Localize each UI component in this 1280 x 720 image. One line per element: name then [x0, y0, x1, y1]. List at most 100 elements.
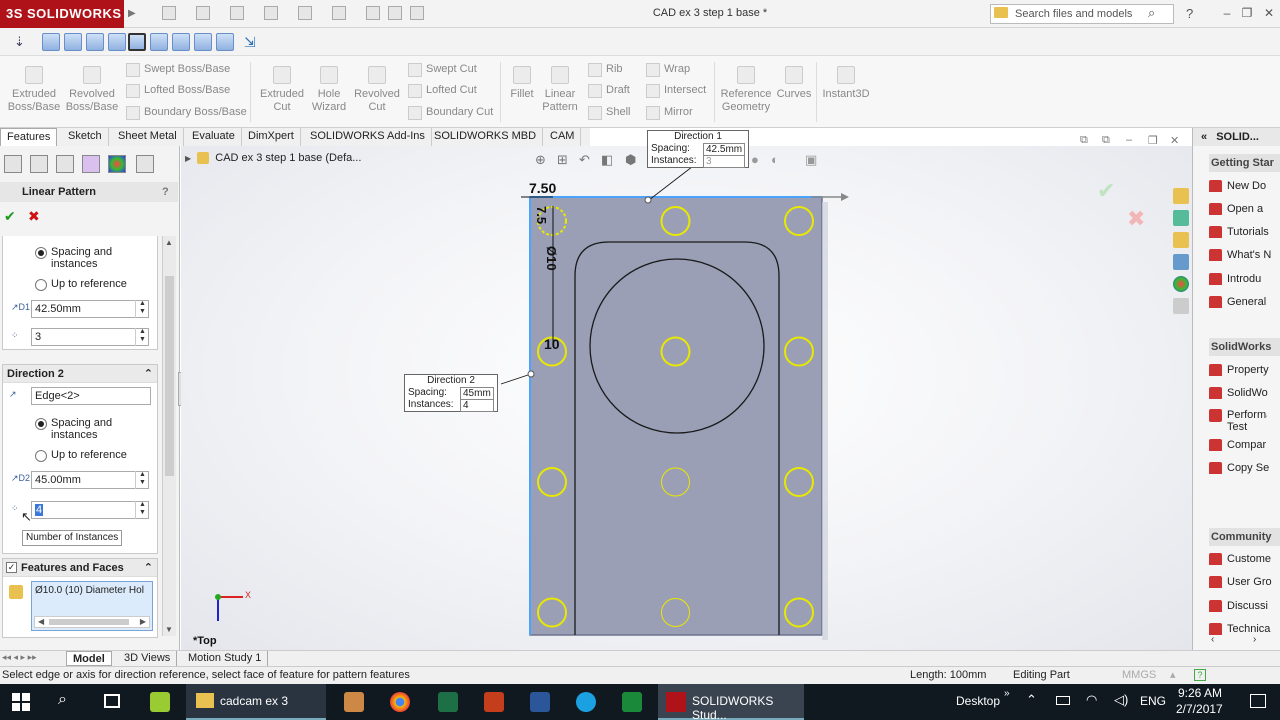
d2-spacing-field[interactable]: 45.00mm — [31, 471, 149, 489]
hide-show-icon[interactable]: ◐ — [771, 152, 779, 167]
view-top-icon[interactable] — [128, 33, 146, 51]
pm-help-button[interactable]: ? — [162, 182, 169, 202]
tp-copy-settings[interactable]: Copy Se — [1207, 462, 1280, 474]
boundary-cut-button[interactable]: Boundary Cut — [406, 103, 493, 121]
custom-properties-tab-icon[interactable] — [1173, 298, 1189, 314]
doc-minimize-icon[interactable]: – — [1126, 134, 1132, 146]
direction2-callout[interactable]: Direction 2 Spacing: 45mm Instances: 4 — [404, 374, 498, 412]
tile-icon[interactable]: ⧉ — [1080, 134, 1088, 147]
features-faces-header[interactable]: ✓ Features and Faces ⌃ — [3, 559, 157, 577]
menu-arrow-icon[interactable]: ▶ — [128, 8, 136, 19]
desktop-toolbar[interactable]: Desktop — [956, 694, 1000, 708]
dimension-diameter-10[interactable]: Ø10 — [544, 246, 559, 271]
windows-start-icon[interactable] — [12, 693, 30, 711]
dimension-7-5-vertical[interactable]: 7.5 — [534, 206, 549, 224]
view-bottom-icon[interactable] — [150, 33, 168, 51]
powerpoint-icon[interactable] — [484, 692, 504, 712]
callout1-instances-value[interactable]: 3 — [703, 155, 745, 168]
close-icon[interactable]: ✕ — [1262, 6, 1276, 20]
tray-up-arrow-icon[interactable]: ⌃ — [1026, 692, 1037, 708]
d1-spacing-instances-radio[interactable]: Spacing and instances — [33, 246, 143, 270]
d2-instances-spinner[interactable]: ▲ ▼ — [135, 501, 149, 519]
normal-to-icon[interactable]: ⇲ — [244, 34, 256, 51]
undo-icon[interactable] — [298, 6, 312, 20]
graphics-area[interactable]: ▶ CAD ex 3 step 1 base (Defa... ⊕ ⊞ ↶ ◧ … — [181, 130, 1192, 650]
tab-sketch[interactable]: Sketch — [62, 128, 109, 146]
doc-close-icon[interactable]: ✕ — [1170, 134, 1179, 147]
swept-boss-button[interactable]: Swept Boss/Base — [124, 60, 230, 78]
getting-started-header[interactable]: Getting Star — [1209, 154, 1280, 172]
view-orientation-icon[interactable]: ⬢ — [625, 152, 636, 168]
hole-wizard-button[interactable]: Hole Wizard — [308, 66, 350, 114]
d2-edge-field[interactable]: Edge<2> — [31, 387, 151, 405]
open-icon[interactable] — [196, 6, 210, 20]
features-listbox[interactable]: Ø10.0 (10) Diameter Hol ◀ ▶ — [31, 581, 153, 631]
dimension-10[interactable]: 10 — [544, 336, 560, 352]
edge-folder-icon[interactable] — [150, 692, 170, 712]
tp-property[interactable]: Property — [1207, 364, 1280, 376]
view-back-icon[interactable] — [64, 33, 82, 51]
d1-instances-spinner[interactable]: ▲ ▼ — [135, 328, 149, 346]
view-front-icon[interactable] — [42, 33, 60, 51]
community-header[interactable]: Community — [1209, 528, 1280, 546]
zoom-area-icon[interactable]: ⊞ — [557, 152, 568, 168]
shell-button[interactable]: Shell — [586, 103, 630, 121]
options-icon[interactable] — [410, 6, 424, 20]
design-library-tab-icon[interactable] — [1173, 232, 1189, 248]
model-viewport[interactable] — [181, 146, 1192, 650]
status-help-icon[interactable]: ? — [1194, 669, 1206, 681]
taskbar-solidworks-item[interactable]: SOLIDWORKS Stud... — [658, 684, 804, 720]
new-document-icon[interactable] — [162, 6, 176, 20]
tab-evaluate[interactable]: Evaluate — [186, 128, 242, 146]
tp-solidworks[interactable]: SolidWo — [1207, 387, 1280, 399]
d2-spacing-spinner[interactable]: ▲ ▼ — [135, 471, 149, 489]
d1-spacing-spinner[interactable]: ▲ ▼ — [135, 300, 149, 318]
intersect-button[interactable]: Intersect — [644, 81, 706, 99]
wifi-icon[interactable]: ◠ — [1086, 692, 1097, 708]
word-icon[interactable] — [530, 692, 550, 712]
clock-time[interactable]: 9:26 AM — [1178, 686, 1222, 700]
pin-icon[interactable]: ⇣ — [14, 34, 28, 50]
view-left-icon[interactable] — [86, 33, 104, 51]
help-button[interactable]: ? — [1186, 6, 1193, 21]
d1-instances-field[interactable]: 3 — [31, 328, 149, 346]
tp-whats-new[interactable]: What's N — [1207, 249, 1280, 261]
configuration-icon[interactable] — [56, 155, 74, 173]
display-manager-icon[interactable] — [108, 155, 126, 173]
tool-app-icon[interactable] — [344, 692, 364, 712]
task-view-icon[interactable] — [104, 694, 120, 708]
bottom-nav-arrows[interactable]: ◂◂ ◂ ▸ ▸▸ — [2, 652, 37, 663]
tp-introducing[interactable]: Introdu — [1207, 273, 1280, 285]
part-plate[interactable] — [529, 196, 823, 636]
appearances-tab-icon[interactable] — [1173, 276, 1189, 292]
display-style-icon[interactable]: ● — [751, 152, 759, 167]
clock-date[interactable]: 2/7/2017 — [1176, 702, 1223, 716]
tab-features[interactable]: Features — [0, 128, 58, 146]
confirm-cancel-icon[interactable]: ✖ — [1127, 206, 1145, 232]
d2-instances-field[interactable]: 4 — [31, 501, 149, 519]
minimize-icon[interactable]: – — [1220, 6, 1234, 20]
desktop-expand-icon[interactable]: » — [1004, 688, 1010, 699]
tab-cam[interactable]: CAM — [544, 128, 582, 146]
volume-icon[interactable]: ◁) — [1114, 692, 1128, 708]
draft-button[interactable]: Draft — [586, 81, 630, 99]
excel-icon[interactable] — [438, 692, 458, 712]
property-manager-icon[interactable] — [30, 155, 48, 173]
extruded-cut-button[interactable]: Extruded Cut — [256, 66, 308, 114]
file-properties-icon[interactable] — [388, 6, 402, 20]
zoom-to-fit-icon[interactable]: ⊕ — [535, 152, 546, 168]
reference-geometry-button[interactable]: Reference Geometry — [718, 66, 774, 114]
rebuild-icon[interactable] — [366, 6, 380, 20]
ok-check-icon[interactable]: ✔ — [4, 208, 16, 225]
tp-tutorials[interactable]: Tutorials — [1207, 226, 1280, 238]
tab-sheet-metal[interactable]: Sheet Metal — [112, 128, 184, 146]
taskbar-folder-item[interactable]: cadcam ex 3 — [186, 684, 326, 720]
tp-open[interactable]: Open a — [1207, 203, 1280, 215]
section-view-icon[interactable]: ◧ — [601, 152, 613, 168]
feature-tree-icon[interactable] — [4, 155, 22, 173]
pm-scrollbar[interactable]: ▲ ▼ — [162, 236, 176, 636]
view-settings-icon[interactable]: ▣ — [805, 152, 817, 168]
cp-app-icon[interactable] — [622, 692, 642, 712]
tp-performance-test[interactable]: Performa Test — [1207, 409, 1267, 433]
search-taskbar-icon[interactable]: ⌕ — [58, 691, 67, 709]
